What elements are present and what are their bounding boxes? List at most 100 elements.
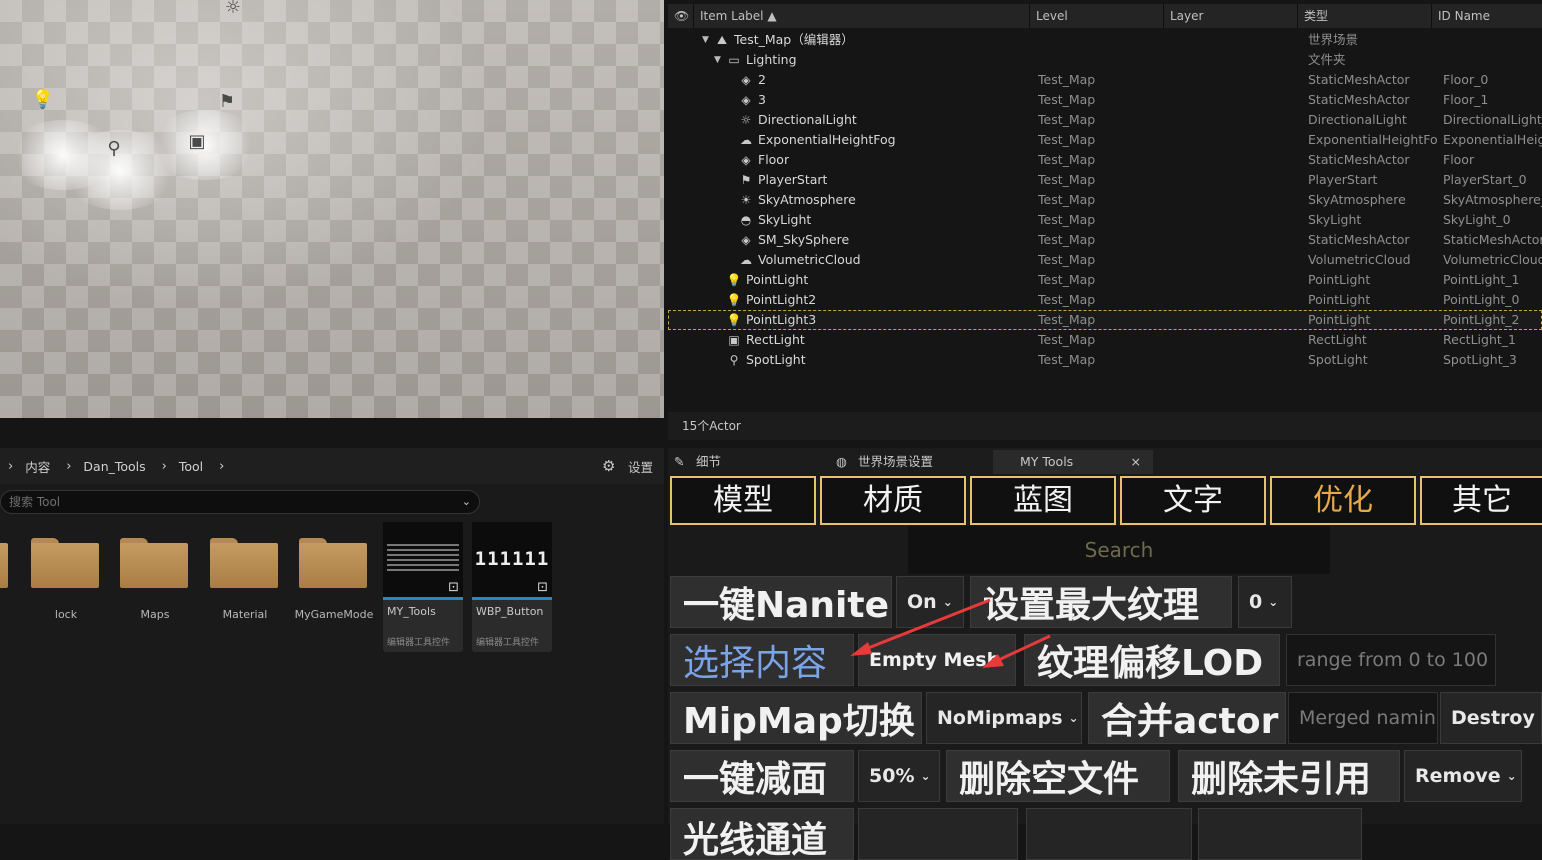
folder-icon — [210, 538, 278, 588]
widget-blueprint-icon: ⊡ — [448, 580, 459, 595]
category-other[interactable]: 其它 — [1420, 476, 1542, 525]
folder-material[interactable]: Material — [210, 532, 280, 621]
outliner-row[interactable]: ◈ 3 Test_Map StaticMeshActor Floor_1 — [668, 90, 1542, 110]
outliner-row[interactable]: ☁ VolumetricCloud Test_Map VolumetricCloud V… — [668, 250, 1542, 270]
visibility-eye-icon[interactable]: 👁 — [668, 4, 694, 28]
asset-my-tools[interactable]: ⊡ MY_Tools 编辑器工具控件 — [383, 522, 463, 652]
column-level[interactable]: Level — [1030, 4, 1164, 28]
delete-unreferenced-button[interactable]: 删除未引用 — [1178, 750, 1400, 802]
reduce-percent-dropdown[interactable]: 50% ⌄ — [858, 750, 940, 802]
column-id-name[interactable]: ID Name — [1432, 4, 1542, 28]
empty-mesh-button[interactable]: Empty Mesh — [858, 634, 1016, 686]
chevron-down-icon[interactable]: ⌄ — [462, 491, 471, 513]
delete-mode-value: Remove — [1415, 765, 1501, 787]
item-label: Test_Map（编辑器） — [734, 32, 854, 47]
item-type: DirectionalLight — [1308, 112, 1407, 127]
breadcrumb-dan-tools[interactable]: Dan_Tools — [83, 459, 145, 474]
item-id-name: SkyLight_0 — [1443, 212, 1511, 227]
chevron-right-icon[interactable]: › — [66, 459, 71, 474]
outliner-row[interactable]: ⚑ PlayerStart Test_Map PlayerStart PlayerSta… — [668, 170, 1542, 190]
player-start-icon[interactable]: ⚑ — [214, 88, 240, 114]
item-label: 2 — [758, 72, 766, 87]
reduce-faces-button[interactable]: 一键减面 — [670, 750, 854, 802]
item-label: SkyLight — [758, 212, 812, 227]
tools-search-input[interactable]: Search — [908, 526, 1330, 574]
outliner-row[interactable]: 💡 PointLight Test_Map PointLight PointLight_… — [668, 270, 1542, 290]
folder-partial[interactable] — [0, 532, 10, 588]
chevron-right-icon[interactable]: › — [219, 459, 224, 474]
close-icon[interactable]: × — [1131, 450, 1141, 474]
row5-control-2[interactable] — [1026, 808, 1192, 860]
delete-mode-dropdown[interactable]: Remove ⌄ — [1404, 750, 1522, 802]
folder-mygamemode[interactable]: MyGameMode — [295, 532, 373, 621]
asset-type: 编辑器工具控件 — [476, 638, 540, 648]
item-id-name: SpotLight_3 — [1443, 352, 1517, 367]
outliner-row[interactable]: ◓ SkyLight Test_Map SkyLight SkyLight_0 — [668, 210, 1542, 230]
outliner-row[interactable]: ◈ 2 Test_Map StaticMeshActor Floor_0 — [668, 70, 1542, 90]
merged-name-input[interactable]: Merged naming — [1288, 692, 1438, 744]
nanite-button[interactable]: 一键Nanite — [670, 576, 892, 628]
asset-name: MY_Tools — [387, 605, 436, 618]
outliner-row[interactable]: ▼ ⛰ Test_Map（编辑器） 世界场景 — [668, 30, 1542, 50]
column-item-label[interactable]: Item Label ▲ — [694, 4, 1030, 28]
breadcrumb-content[interactable]: 内容 — [25, 457, 50, 476]
mipmap-dropdown[interactable]: NoMipmaps ⌄ — [926, 692, 1082, 744]
row5-control-3[interactable] — [1198, 808, 1362, 860]
outliner-row[interactable]: ☀ SkyAtmosphere Test_Map SkyAtmosphere SkyAt… — [668, 190, 1542, 210]
light-channel-button[interactable]: 光线通道 — [670, 808, 854, 860]
chevron-right-icon[interactable]: › — [8, 459, 13, 474]
max-texture-button[interactable]: 设置最大纹理 — [970, 576, 1232, 628]
breadcrumb-tool[interactable]: Tool — [179, 459, 203, 474]
level-viewport[interactable]: 💡 ⚑ ⚲ ▣ ☼ — [0, 0, 664, 418]
lod-range-input[interactable]: range from 0 to 100 — [1286, 634, 1496, 686]
tab-world-settings[interactable]: 世界场景设置 — [858, 450, 933, 474]
item-id-name: RectLight_1 — [1443, 332, 1516, 347]
category-text[interactable]: 文字 — [1120, 476, 1266, 525]
outliner-row[interactable]: ◈ SM_SkySphere Test_Map StaticMeshActor Stat… — [668, 230, 1542, 250]
category-material[interactable]: 材质 — [820, 476, 966, 525]
actor-type-icon: ◓ — [740, 213, 752, 227]
outliner-row[interactable]: ☼ DirectionalLight Test_Map DirectionalLigh… — [668, 110, 1542, 130]
category-blueprint[interactable]: 蓝图 — [970, 476, 1116, 525]
tab-my-tools[interactable]: MY Tools × — [993, 450, 1153, 474]
category-model[interactable]: 模型 — [670, 476, 816, 525]
actor-type-icon: ▭ — [728, 53, 740, 67]
outliner-row[interactable]: ◈ Floor Test_Map StaticMeshActor Floor — [668, 150, 1542, 170]
outliner-row[interactable]: ▣ RectLight Test_Map RectLight RectLight_1 — [668, 330, 1542, 350]
gear-icon[interactable]: ⚙ — [602, 457, 615, 475]
folder-maps[interactable]: Maps — [120, 532, 190, 621]
row5-control-1[interactable] — [858, 808, 1018, 860]
merge-mode-dropdown[interactable]: Destroy⌄ — [1440, 692, 1542, 744]
outliner-row[interactable]: ▼ ▭ Lighting 文件夹 — [668, 50, 1542, 70]
directional-light-icon[interactable]: ☼ — [220, 0, 246, 20]
merge-actor-button[interactable]: 合并actor — [1088, 692, 1286, 744]
category-optimize[interactable]: 优化 — [1270, 476, 1416, 525]
outliner-row[interactable]: 💡 PointLight3 Test_Map PointLight PointLight… — [668, 310, 1542, 330]
mipmap-toggle-button[interactable]: MipMap切换 — [670, 692, 922, 744]
delete-empty-folders-button[interactable]: 删除空文件 — [946, 750, 1170, 802]
spot-light-icon[interactable]: ⚲ — [101, 135, 127, 161]
item-type: StaticMeshActor — [1308, 72, 1410, 87]
item-id-name: Floor — [1443, 152, 1475, 167]
folder-lock[interactable]: lock — [31, 532, 101, 621]
outliner-row[interactable]: ⚲ SpotLight Test_Map SpotLight SpotLight_3 — [668, 350, 1542, 370]
chevron-right-icon[interactable]: › — [162, 459, 167, 474]
asset-search-input[interactable]: 搜索 Tool ⌄ — [0, 490, 480, 514]
item-type: 文件夹 — [1308, 52, 1346, 67]
nanite-dropdown[interactable]: On ⌄ — [896, 576, 964, 628]
column-type[interactable]: 类型 — [1298, 4, 1432, 28]
settings-button[interactable]: 设置 — [628, 457, 653, 476]
outliner-row[interactable]: ☁ ExponentialHeightFog Test_Map Exponential… — [668, 130, 1542, 150]
outliner-row[interactable]: 💡 PointLight2 Test_Map PointLight PointLight… — [668, 290, 1542, 310]
column-layer[interactable]: Layer — [1164, 4, 1298, 28]
tab-details[interactable]: 细节 — [696, 450, 721, 474]
rect-light-icon[interactable]: ▣ — [184, 128, 210, 154]
select-content-button[interactable]: 选择内容 — [670, 634, 854, 686]
expand-arrow-icon[interactable]: ▼ — [702, 30, 709, 50]
asset-wbp-button[interactable]: 111111 ⊡ WBP_Button 编辑器工具控件 — [472, 522, 552, 652]
item-id-name: SkyAtmosphere_0 — [1443, 192, 1542, 207]
max-texture-dropdown[interactable]: 0 ⌄ — [1238, 576, 1292, 628]
point-light-icon[interactable]: 💡 — [30, 86, 56, 112]
texture-lod-bias-button[interactable]: 纹理偏移LOD — [1024, 634, 1280, 686]
expand-arrow-icon[interactable]: ▼ — [714, 50, 721, 70]
